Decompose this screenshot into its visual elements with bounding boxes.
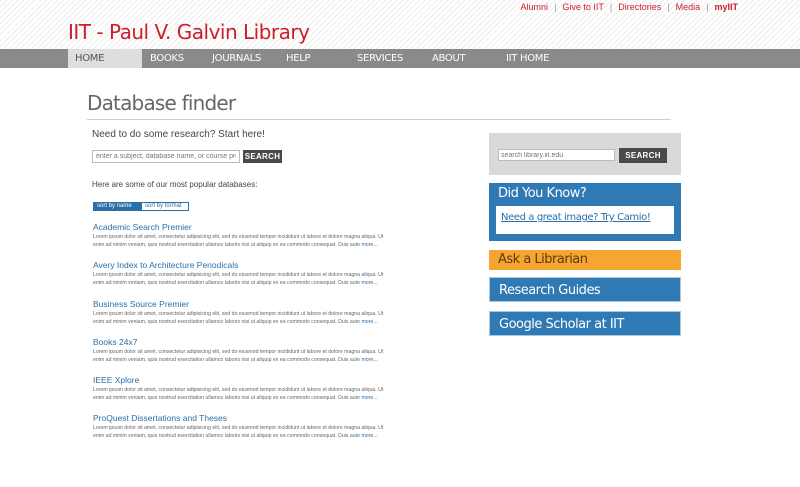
utility-separator: | [554, 2, 557, 12]
tab-sort-by-name[interactable]: sort by name [94, 203, 142, 210]
title-divider [87, 119, 671, 120]
utility-separator: | [706, 2, 709, 12]
site-search-input[interactable] [498, 149, 615, 161]
ask-librarian-button[interactable]: Ask a Librarian [489, 250, 681, 270]
database-description: Lorem ipsum dolor sit amet, consectetur … [93, 424, 385, 440]
database-search-button[interactable]: SEARCH [243, 150, 282, 163]
nav-home[interactable]: HOME [68, 49, 142, 68]
database-search-input[interactable] [92, 150, 240, 163]
database-description: Lorem ipsum dolor sit amet, consectetur … [93, 233, 385, 249]
utility-link-alumni[interactable]: Alumni [521, 2, 549, 12]
nav-journals[interactable]: JOURNALS [212, 49, 261, 68]
list-item: Business Source Premier Lorem ipsum dolo… [93, 299, 385, 337]
did-you-know-box: Need a great image? Try Camio! [496, 206, 674, 234]
more-link[interactable]: more... [361, 395, 377, 401]
database-description: Lorem ipsum dolor sit amet, consectetur … [93, 271, 385, 287]
description-text: Lorem ipsum dolor sit amet, consectetur … [93, 310, 384, 325]
database-description: Lorem ipsum dolor sit amet, consectetur … [93, 348, 385, 364]
database-link[interactable]: Business Source Premier [93, 299, 385, 310]
database-link[interactable]: Books 24x7 [93, 337, 385, 348]
camio-link[interactable]: Need a great image? Try Camio! [501, 212, 651, 223]
utility-link-give[interactable]: Give to IIT [562, 2, 604, 12]
google-scholar-button[interactable]: Google Scholar at IIT [489, 311, 681, 336]
popular-label: Here are some of our most popular databa… [92, 180, 258, 189]
nav-help[interactable]: HELP [286, 49, 311, 68]
nav-iit-home[interactable]: IIT HOME [506, 49, 549, 68]
site-search-panel: SEARCH [489, 133, 681, 175]
utility-nav: Alumni | Give to IIT | Directories | Media | myI… [521, 2, 738, 12]
utility-link-media[interactable]: Media [676, 2, 701, 12]
utility-link-directories[interactable]: Directories [618, 2, 661, 12]
main-nav: HOME BOOKS JOURNALS HELP SERVICES ABOUT … [0, 49, 800, 68]
more-link[interactable]: more... [361, 433, 377, 439]
library-logo[interactable]: IIT - Paul V. Galvin Library [68, 20, 310, 44]
utility-link-myiit[interactable]: myIIT [714, 2, 738, 12]
page-title: Database finder [87, 91, 236, 115]
did-you-know-panel: Did You Know? Need a great image? Try Ca… [489, 183, 681, 241]
more-link[interactable]: more... [361, 280, 377, 286]
sort-tabs: sort by name sort by format [93, 202, 189, 211]
did-you-know-title: Did You Know? [498, 186, 587, 201]
description-text: Lorem ipsum dolor sit amet, consectetur … [93, 387, 384, 402]
description-text: Lorem ipsum dolor sit amet, consectetur … [93, 272, 384, 287]
list-item: Books 24x7 Lorem ipsum dolor sit amet, c… [93, 337, 385, 375]
site-header: IIT - Paul V. Galvin Library Alumni | Give… [0, 0, 800, 49]
site-search-button[interactable]: SEARCH [619, 148, 667, 163]
database-description: Lorem ipsum dolor sit amet, consectetur … [93, 386, 385, 402]
list-item: Academic Search Premier Lorem ipsum dolo… [93, 222, 385, 260]
database-description: Lorem ipsum dolor sit amet, consectetur … [93, 310, 385, 326]
list-item: ProQuest Dissertations and Theses Lorem … [93, 413, 385, 451]
description-text: Lorem ipsum dolor sit amet, consectetur … [93, 234, 384, 248]
intro-text: Need to do some research? Start here! [92, 129, 265, 140]
list-item: Avery Index to Architecture Periodicals … [93, 260, 385, 298]
research-guides-button[interactable]: Research Guides [489, 277, 681, 302]
tab-sort-by-format[interactable]: sort by format [142, 203, 185, 210]
more-link[interactable]: more... [361, 242, 377, 248]
nav-books[interactable]: BOOKS [150, 49, 184, 68]
more-link[interactable]: more... [361, 357, 377, 363]
database-link[interactable]: ProQuest Dissertations and Theses [93, 413, 385, 424]
more-link[interactable]: more... [361, 319, 377, 325]
description-text: Lorem ipsum dolor sit amet, consectetur … [93, 348, 384, 363]
database-list: Academic Search Premier Lorem ipsum dolo… [93, 222, 385, 452]
utility-separator: | [667, 2, 670, 12]
description-text: Lorem ipsum dolor sit amet, consectetur … [93, 425, 384, 440]
database-link[interactable]: IEEE Xplore [93, 375, 385, 386]
database-link[interactable]: Academic Search Premier [93, 222, 385, 233]
nav-services[interactable]: SERVICES [357, 49, 403, 68]
utility-separator: | [609, 2, 613, 12]
database-link[interactable]: Avery Index to Architecture Periodicals [93, 260, 385, 271]
list-item: IEEE Xplore Lorem ipsum dolor sit amet, … [93, 375, 385, 413]
nav-about[interactable]: ABOUT [432, 49, 466, 68]
